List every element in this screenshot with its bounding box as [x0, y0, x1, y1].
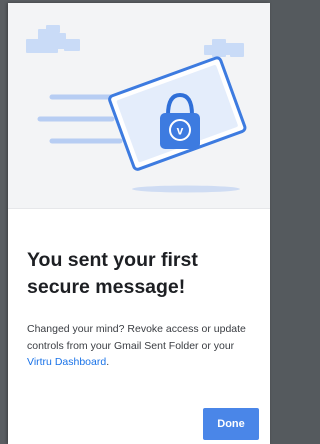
virtru-dashboard-link[interactable]: Virtru Dashboard — [27, 356, 106, 368]
cloud-icon — [26, 25, 80, 53]
success-dialog: v You sent your first secure message! Ch… — [8, 3, 270, 444]
message-suffix: . — [106, 356, 110, 368]
speed-lines-icon — [37, 94, 123, 144]
dialog-message: Changed your mind? Revoke access or upda… — [27, 321, 261, 371]
cloud-icon — [204, 39, 244, 57]
shadow-ellipse — [132, 185, 240, 193]
padlock-letter: v — [177, 124, 184, 138]
message-text: Changed your mind? Revoke access or upda… — [27, 323, 246, 352]
dialog-title: You sent your first secure message! — [27, 249, 198, 298]
done-button[interactable]: Done — [203, 408, 259, 440]
dialog-illustration: v — [8, 3, 270, 209]
